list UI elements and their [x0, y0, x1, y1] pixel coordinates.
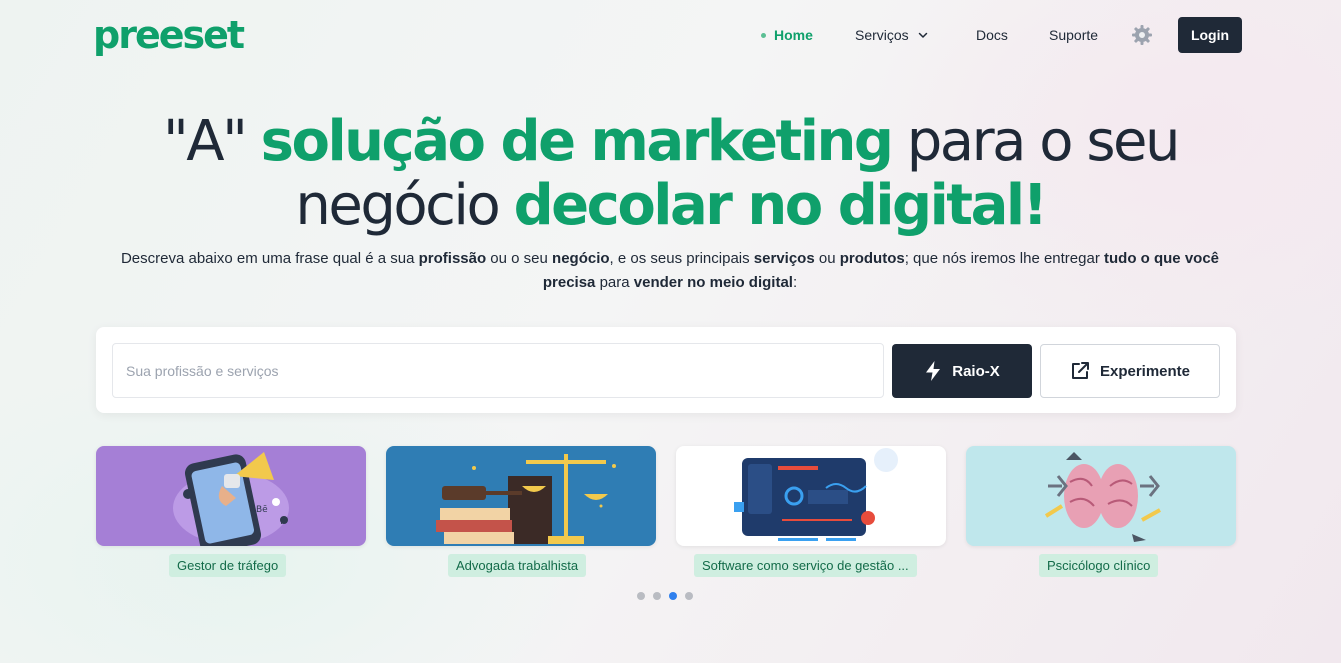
brain-illustration — [1044, 452, 1161, 542]
sub-text: Descreva abaixo em uma frase qual é a su… — [120, 250, 419, 267]
sub-text: , e os seus principais — [609, 250, 754, 267]
marketing-illustration: Bē f — [173, 452, 289, 546]
sub-bold: profissão — [418, 250, 487, 267]
sub-text: ou o seu — [486, 250, 553, 267]
search-card: Raio-X Experimente — [96, 327, 1236, 413]
hero-title-part-1: "A" — [163, 109, 261, 174]
sub-text: : — [792, 274, 798, 291]
sub-bold: serviços — [753, 250, 815, 267]
nav-home[interactable]: Home — [761, 17, 813, 53]
carousel-dot[interactable] — [653, 592, 661, 600]
sub-text: ou — [814, 250, 840, 267]
hero-subtitle: Descreva abaixo em uma frase qual é a su… — [95, 247, 1245, 295]
external-link-icon — [1071, 362, 1089, 379]
experimente-button[interactable]: Experimente — [1040, 344, 1220, 398]
dashboard-illustration — [734, 448, 898, 541]
profession-input[interactable] — [112, 343, 884, 398]
nav-suporte-label: Suporte — [1049, 27, 1099, 43]
sub-bold: vender no meio digital — [633, 274, 793, 291]
nav-home-label: Home — [774, 27, 813, 43]
card-image-software[interactable] — [676, 446, 946, 546]
justice-scale-illustration — [436, 454, 616, 544]
nav-docs[interactable]: Docs — [976, 17, 1008, 53]
card-image-psicologo[interactable] — [966, 446, 1236, 546]
card-label-psicologo[interactable]: Pscicólogo clínico — [1039, 554, 1159, 577]
hero-title-highlight-1: solução de marketing — [260, 109, 894, 174]
card-label-software[interactable]: Software como serviço de gestão ... — [694, 554, 917, 577]
card-label-advogada[interactable]: Advogada trabalhista — [448, 554, 587, 577]
card-label-gestor-trafego[interactable]: Gestor de tráfego — [169, 554, 287, 577]
login-button[interactable]: Login — [1178, 17, 1242, 53]
carousel-pagination — [637, 592, 693, 600]
sub-bold: negócio — [552, 250, 610, 267]
hero-title-part-4: negócio — [295, 173, 514, 238]
nav-servicos-dropdown[interactable]: Serviços — [855, 17, 929, 53]
hero-title: "A" solução de marketing para o seu negó… — [0, 110, 1341, 238]
active-dot-indicator — [761, 32, 766, 38]
main-nav: Home Serviços Docs Suporte Login — [0, 17, 1341, 53]
card-image-advogada[interactable] — [386, 446, 656, 546]
nav-servicos-label: Serviços — [855, 27, 909, 43]
raio-x-label: Raio-X — [952, 362, 1000, 380]
hero-title-highlight-2: decolar no digital! — [513, 173, 1049, 238]
carousel-dot[interactable] — [685, 592, 693, 600]
carousel-dot-active[interactable] — [669, 592, 677, 600]
sub-text: ; que nós iremos lhe entregar — [904, 250, 1104, 267]
nav-docs-label: Docs — [976, 27, 1008, 43]
card-image-gestor-trafego[interactable]: Bē f — [96, 446, 366, 546]
hero-title-part-3: para o seu — [891, 109, 1181, 174]
experimente-label: Experimente — [1099, 362, 1191, 380]
gear-icon[interactable] — [1130, 23, 1154, 47]
svg-text:f: f — [280, 516, 284, 527]
svg-text:Bē: Bē — [256, 505, 268, 515]
sub-bold: produtos — [839, 250, 905, 267]
lightning-icon — [926, 361, 941, 381]
nav-suporte[interactable]: Suporte — [1049, 17, 1098, 53]
carousel-dot[interactable] — [637, 592, 645, 600]
sub-text: para — [595, 274, 634, 291]
chevron-down-icon — [918, 32, 927, 38]
raio-x-button[interactable]: Raio-X — [892, 344, 1032, 398]
